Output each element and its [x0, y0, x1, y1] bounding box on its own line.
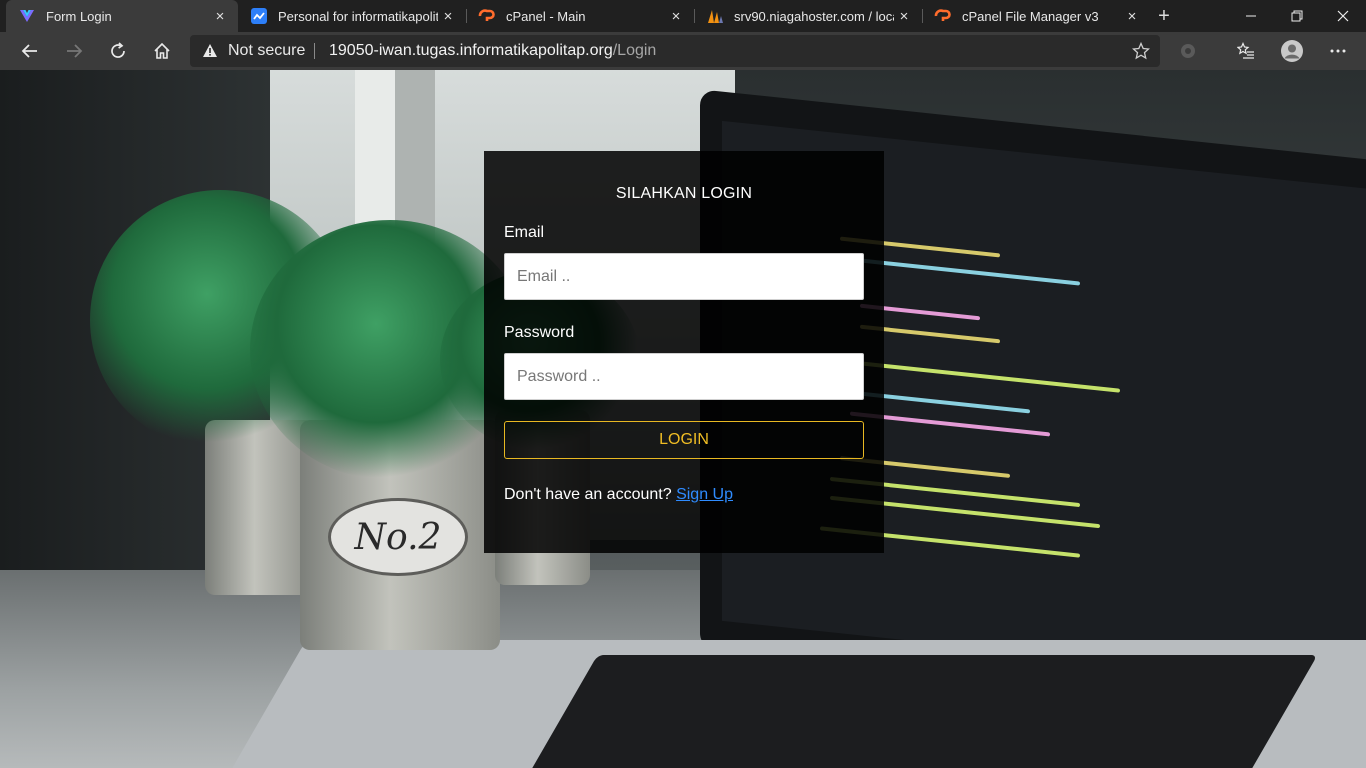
refresh-button[interactable] [102, 35, 134, 67]
signup-prompt: Don't have an account? Sign Up [504, 486, 733, 504]
tab-personal[interactable]: Personal for informatikapolitap × [238, 0, 466, 32]
favorite-star-icon[interactable] [1132, 42, 1150, 60]
warning-icon[interactable] [202, 43, 218, 58]
address-bar[interactable]: Not secure 19050-iwan.tugas.informatikap… [190, 35, 1160, 67]
signup-link[interactable]: Sign Up [676, 486, 733, 503]
tab-cpanel-main[interactable]: cPanel - Main × [466, 0, 694, 32]
tab-strip: Form Login × Personal for informatikapol… [0, 0, 1366, 32]
new-tab-button[interactable]: + [1152, 4, 1176, 28]
tab-cpanel-file-manager[interactable]: cPanel File Manager v3 × [922, 0, 1150, 32]
extension-button[interactable] [1172, 35, 1204, 67]
signup-prompt-text: Don't have an account? [504, 486, 672, 503]
url-text[interactable]: 19050-iwan.tugas.informatikapolitap.org/… [329, 42, 656, 60]
bg-pot-label: No.2 [328, 498, 468, 576]
avatar-icon [1281, 40, 1303, 62]
forward-arrow-icon [67, 44, 83, 58]
cpanel-icon [478, 7, 496, 25]
tab-title: cPanel - Main [506, 8, 586, 24]
close-icon[interactable]: × [438, 6, 458, 26]
url-path: /Login [612, 42, 657, 59]
refresh-icon [111, 42, 125, 58]
tab-phpmyadmin[interactable]: srv90.niagahoster.com / localh × [694, 0, 922, 32]
url-host: 19050-iwan.tugas.informatikapolitap.org [329, 42, 613, 59]
tab-title: cPanel File Manager v3 [962, 8, 1099, 24]
close-icon[interactable]: × [894, 6, 914, 26]
tab-form-login[interactable]: Form Login × [6, 0, 238, 32]
restore-icon [1291, 10, 1303, 22]
minimize-button[interactable] [1228, 0, 1274, 32]
close-icon[interactable]: × [1122, 6, 1142, 26]
login-title: SILAHKAN LOGIN [615, 185, 753, 202]
browser-toolbar: Not secure 19050-iwan.tugas.informatikap… [0, 32, 1366, 70]
email-label: Email [504, 224, 545, 241]
favorites-list-icon [1237, 42, 1254, 59]
extension-icon [1181, 44, 1195, 58]
address-separator [314, 43, 315, 59]
bg-laptop-keyboard [522, 655, 1318, 768]
minimize-icon [1246, 15, 1256, 17]
tab-title: Personal for informatikapolitap [278, 8, 438, 24]
back-button[interactable] [14, 35, 46, 67]
security-status[interactable]: Not secure [228, 42, 305, 60]
chart-logo-icon [250, 7, 268, 25]
password-label: Password [504, 324, 575, 341]
window-close-button[interactable] [1320, 0, 1366, 32]
close-icon[interactable]: × [666, 6, 686, 26]
home-icon [154, 42, 170, 59]
tab-title: srv90.niagahoster.com / localh [734, 8, 894, 24]
favorites-button[interactable] [1230, 35, 1262, 67]
phpmyadmin-icon [706, 7, 724, 25]
forward-button[interactable] [58, 35, 90, 67]
vue-logo-icon [18, 7, 36, 25]
login-button[interactable]: LOGIN [504, 421, 864, 459]
profile-button[interactable] [1276, 35, 1308, 67]
page-viewport: No.2 SILAHKAN LOGIN Email Password LOGIN… [0, 70, 1366, 768]
more-icon [1330, 49, 1346, 53]
restore-button[interactable] [1274, 0, 1320, 32]
email-field[interactable] [504, 253, 864, 300]
settings-menu-button[interactable] [1322, 35, 1354, 67]
close-icon [1337, 10, 1349, 22]
password-field[interactable] [504, 353, 864, 400]
tab-title: Form Login [46, 8, 112, 24]
back-arrow-icon [21, 44, 37, 58]
cpanel-icon [934, 7, 952, 25]
close-icon[interactable]: × [210, 6, 230, 26]
login-form: SILAHKAN LOGIN Email Password LOGIN Don'… [484, 151, 884, 553]
home-button[interactable] [146, 35, 178, 67]
